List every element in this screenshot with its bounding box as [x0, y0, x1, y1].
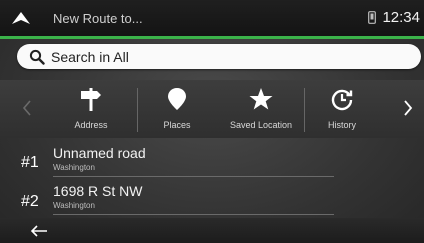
category-address[interactable]: Address	[52, 80, 130, 138]
result-row-1[interactable]: #1 Unnamed road Washington	[0, 145, 424, 181]
scroll-right-arrow-icon[interactable]	[403, 99, 413, 117]
search-label: Search in All	[51, 48, 129, 65]
category-label: Saved Location	[229, 120, 293, 130]
category-label: Places	[163, 120, 191, 130]
status-area: 12:34	[368, 9, 420, 26]
category-saved-location[interactable]: Saved Location	[222, 80, 300, 138]
category-places[interactable]: Places	[138, 80, 216, 138]
main-content: Search in All Address Places Saved Locat…	[0, 39, 424, 243]
category-history[interactable]: History	[303, 80, 381, 138]
search-icon	[29, 49, 45, 65]
clock: 12:34	[382, 9, 420, 26]
result-row-2[interactable]: #2 1698 R St NW Washington	[0, 183, 424, 219]
category-bar: Address Places Saved Location History	[0, 80, 424, 138]
category-label: History	[327, 120, 356, 130]
row-divider	[53, 176, 334, 177]
phone-icon	[368, 11, 377, 24]
place-pin-icon	[168, 88, 186, 110]
scroll-left-arrow-icon[interactable]	[22, 99, 32, 117]
bottom-bar	[0, 218, 424, 243]
row-divider	[53, 214, 334, 215]
back-arrow-icon[interactable]	[30, 224, 48, 238]
result-city: Washington	[53, 163, 95, 172]
search-input[interactable]: Search in All	[17, 44, 421, 69]
star-icon	[249, 88, 273, 110]
result-street: 1698 R St NW	[53, 183, 143, 199]
top-bar: New Route to... 12:34	[0, 0, 424, 36]
navigation-arrow-icon	[12, 12, 30, 24]
result-street: Unnamed road	[53, 145, 146, 161]
category-label: Address	[74, 120, 108, 130]
result-number: #2	[21, 193, 39, 210]
result-city: Washington	[53, 201, 95, 210]
result-number: #1	[21, 154, 39, 171]
history-icon	[331, 89, 353, 111]
signpost-icon	[81, 88, 101, 111]
screen-title: New Route to...	[53, 11, 143, 26]
